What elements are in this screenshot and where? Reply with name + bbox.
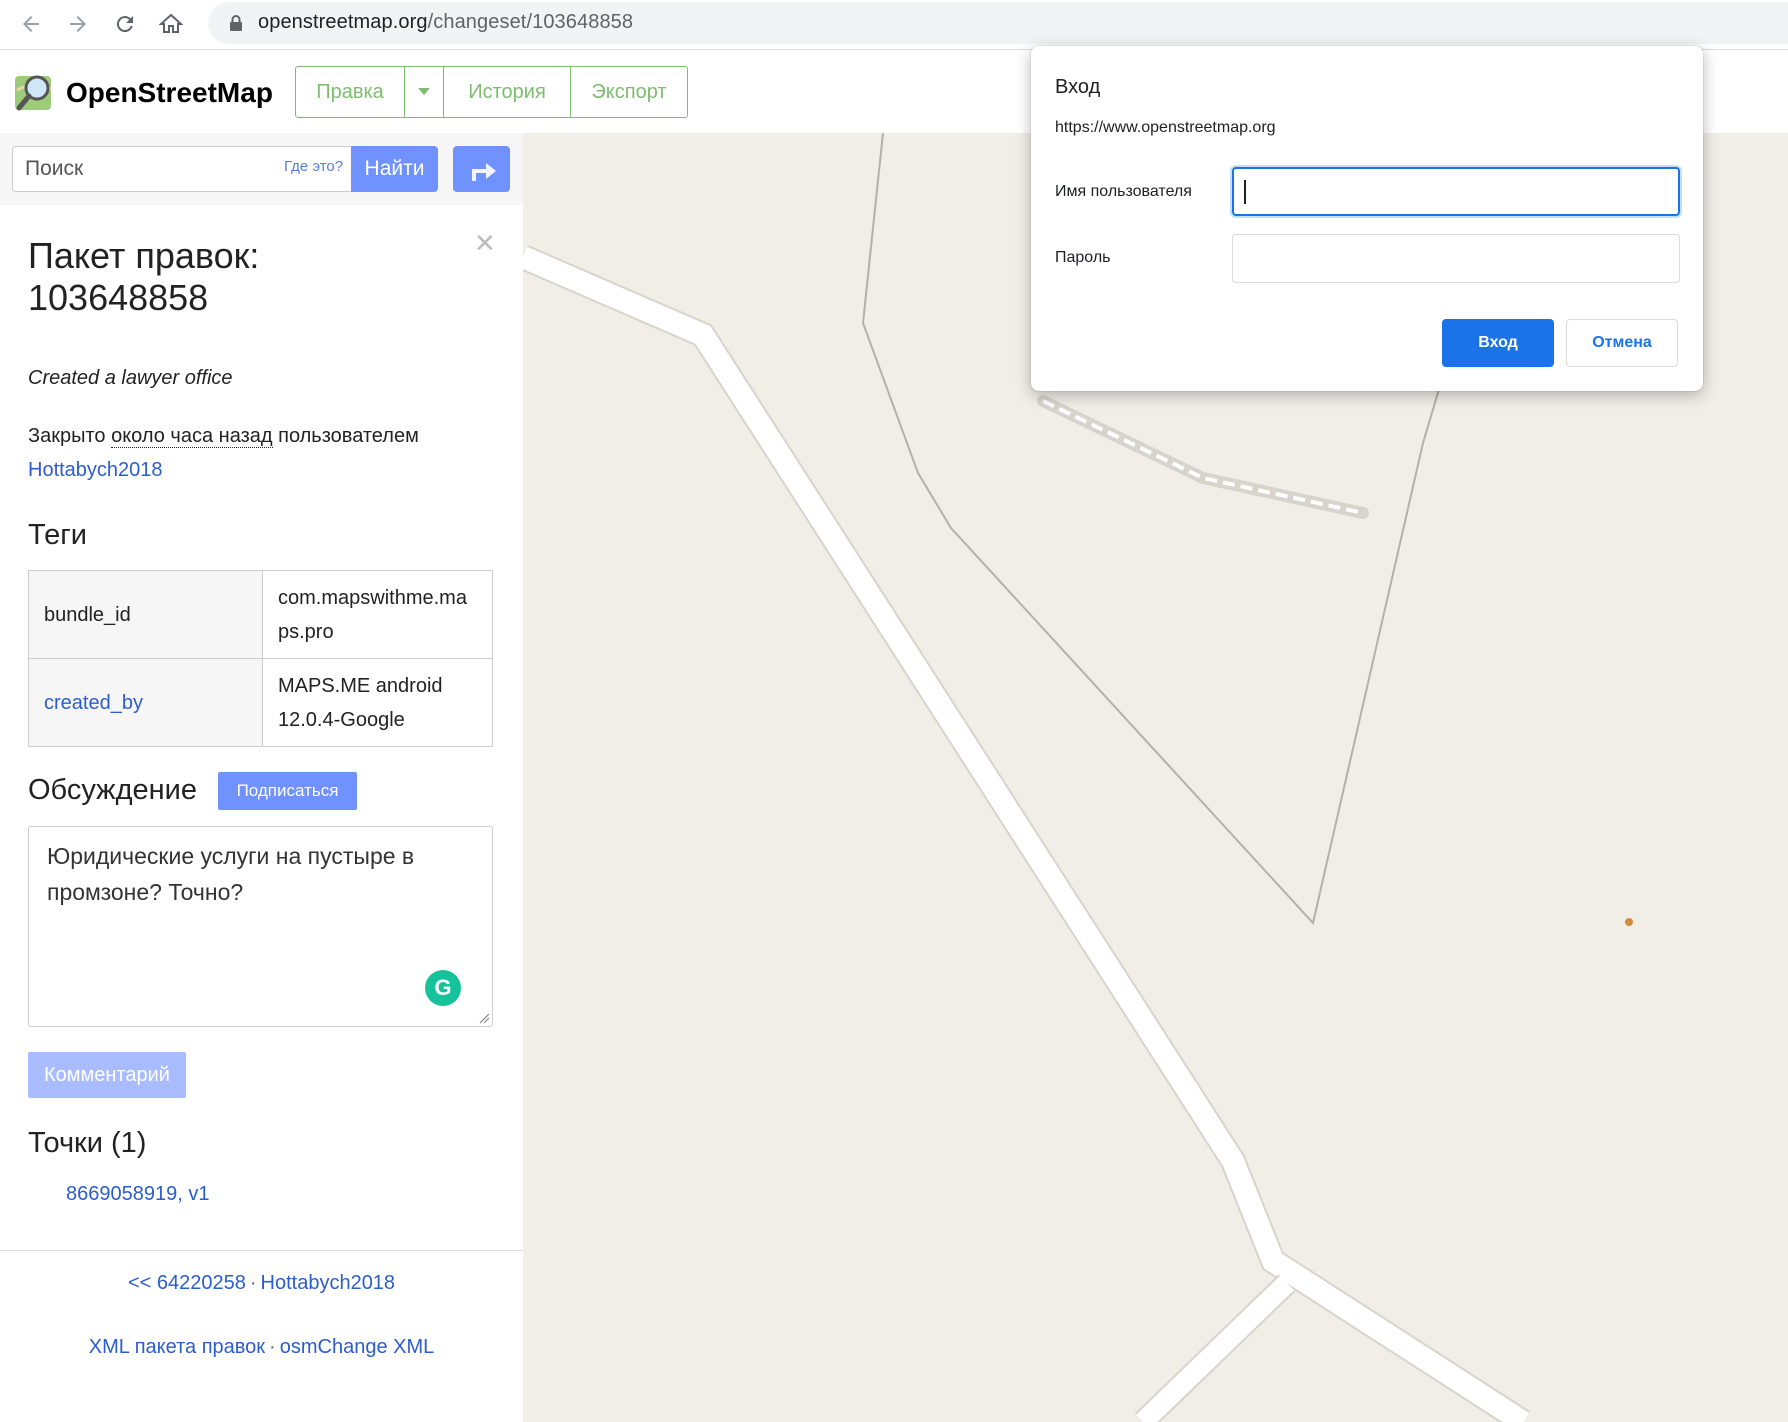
- previous-changeset-link[interactable]: << 64220258: [128, 1272, 246, 1294]
- username-field[interactable]: [1232, 167, 1680, 216]
- back-button[interactable]: [13, 6, 49, 42]
- tag-value: com.mapswithme.ma ps.pro: [262, 570, 493, 659]
- search-placeholder: Поиск: [25, 157, 84, 180]
- subscribe-button[interactable]: Подписаться: [218, 772, 357, 810]
- login-dialog: Вход https://www.openstreetmap.org Имя п…: [1031, 46, 1703, 391]
- history-button[interactable]: История: [444, 67, 571, 117]
- caret-down-icon: [418, 88, 430, 95]
- home-button[interactable]: [153, 6, 189, 42]
- nodes-heading: Точки (1): [28, 1127, 147, 1159]
- grammarly-icon[interactable]: G: [425, 970, 461, 1006]
- node-link[interactable]: 8669058919, v1: [66, 1183, 209, 1206]
- edit-button-group: Правка История Экспорт: [295, 66, 688, 118]
- comment-button[interactable]: Комментарий: [28, 1052, 186, 1098]
- close-sidebar-icon[interactable]: ✕: [474, 228, 496, 259]
- login-button[interactable]: Вход: [1442, 319, 1554, 367]
- tag-value-line: com.mapswithme.ma: [278, 586, 467, 609]
- footpath: [1037, 395, 1369, 519]
- arrow-left-icon: [23, 16, 39, 32]
- road: [523, 245, 1531, 1422]
- reload-icon: [116, 16, 133, 33]
- dialog-origin: https://www.openstreetmap.org: [1055, 119, 1276, 136]
- forward-button[interactable]: [60, 6, 96, 42]
- divider: [0, 1250, 523, 1251]
- url-path: /changeset/103648858: [427, 11, 634, 33]
- tag-value-line: 12.0.4-Google: [278, 708, 405, 731]
- download-links: XML пакета правок · osmChange XML: [0, 1336, 523, 1359]
- previous-user-link[interactable]: Hottabych2018: [261, 1272, 396, 1294]
- site-logo-text[interactable]: OpenStreetMap: [66, 77, 273, 109]
- tags-heading: Теги: [28, 519, 87, 551]
- directions-icon: [471, 163, 496, 181]
- tag-value-line: ps.pro: [278, 620, 334, 643]
- text-caret: [1244, 180, 1246, 204]
- closed-info: Закрыто около часа назад пользователем: [28, 425, 419, 448]
- table-row: bundle_id com.mapswithme.ma ps.pro: [28, 570, 493, 659]
- edit-button[interactable]: Правка: [296, 67, 405, 117]
- osmchange-link[interactable]: osmChange XML: [280, 1336, 435, 1358]
- closed-suffix: пользователем: [272, 425, 419, 447]
- dialog-title: Вход: [1055, 76, 1101, 98]
- tag-value: MAPS.ME android 12.0.4-Google: [262, 658, 493, 747]
- where-is-this-link[interactable]: Где это?: [284, 158, 343, 175]
- title-line-2: 103648858: [28, 277, 209, 318]
- page-title: Пакет правок: 103648858: [28, 235, 448, 319]
- separator: ·: [249, 1272, 257, 1294]
- export-button[interactable]: Экспорт: [571, 67, 687, 117]
- closed-prefix: Закрыто: [28, 425, 112, 447]
- password-label: Пароль: [1055, 249, 1111, 266]
- tag-value-line: MAPS.ME android: [278, 674, 443, 697]
- edit-dropdown-button[interactable]: [405, 67, 444, 117]
- title-line-1: Пакет правок:: [28, 235, 260, 276]
- password-field[interactable]: [1232, 234, 1680, 283]
- browser-toolbar: openstreetmap.org/changeset/103648858: [0, 0, 1788, 50]
- lock-icon: [230, 15, 242, 31]
- home-icon: [159, 13, 183, 33]
- tag-key: bundle_id: [28, 570, 263, 659]
- changeset-navigation: << 64220258 · Hottabych2018: [0, 1272, 523, 1295]
- username-label: Имя пользователя: [1055, 183, 1192, 200]
- url-host: openstreetmap.org: [258, 11, 428, 33]
- comment-textarea-text: Юридические услуги на пустыре в промзоне…: [47, 843, 415, 905]
- tag-key: created_by: [28, 658, 263, 747]
- url-text: openstreetmap.org/changeset/103648858: [258, 11, 633, 34]
- separator: ·: [269, 1336, 276, 1358]
- address-bar[interactable]: openstreetmap.org/changeset/103648858: [208, 2, 1788, 44]
- user-link[interactable]: Hottabych2018: [28, 459, 163, 482]
- directions-button[interactable]: [453, 146, 510, 192]
- tag-key-link[interactable]: created_by: [44, 692, 143, 714]
- resize-handle-icon[interactable]: [478, 1012, 490, 1024]
- table-row: created_by MAPS.ME android 12.0.4-Google: [28, 658, 493, 747]
- tags-table: bundle_id com.mapswithme.ma ps.pro create…: [28, 570, 493, 747]
- arrow-right-icon: [70, 16, 86, 32]
- changeset-comment: Created a lawyer office: [28, 367, 233, 389]
- reload-button[interactable]: [107, 6, 143, 42]
- closed-time: около часа назад: [111, 425, 273, 448]
- cancel-button[interactable]: Отмена: [1566, 319, 1678, 367]
- changeset-point-marker[interactable]: [1625, 918, 1633, 926]
- discussion-heading: Обсуждение: [28, 774, 197, 806]
- search-button[interactable]: Найти: [351, 146, 438, 192]
- osm-logo-icon[interactable]: [13, 70, 57, 114]
- xml-link[interactable]: XML пакета правок: [89, 1336, 265, 1358]
